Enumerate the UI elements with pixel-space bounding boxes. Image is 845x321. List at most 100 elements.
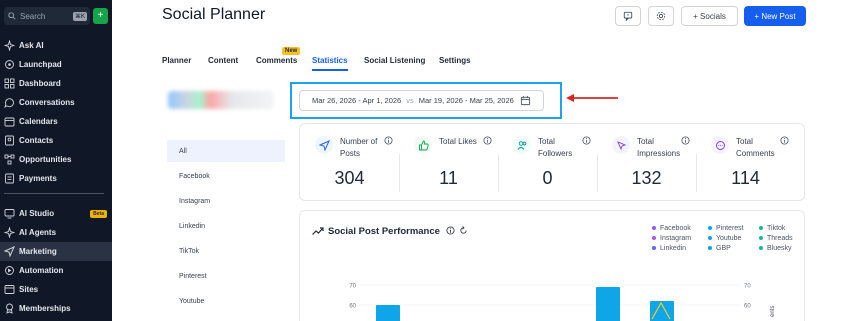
stat-separator [399, 154, 400, 192]
message-icon [623, 11, 633, 21]
search-icon [8, 11, 17, 21]
tab-planner[interactable]: Planner [162, 56, 191, 65]
y-tick-left: 70 [349, 284, 356, 290]
opportunities-icon [4, 154, 15, 165]
add-socials-button[interactable]: + Socials [681, 6, 738, 26]
platform-item-tiktok[interactable]: TikTok [167, 240, 285, 262]
sidebar-item-conversations[interactable]: Conversations [0, 93, 112, 112]
ai-agents-icon [4, 227, 15, 238]
stat-label: Total Impressions [637, 137, 681, 158]
performance-card: Social Post Performance Facebook Instagra… [299, 210, 805, 321]
sidebar-item-label: Contacts [19, 136, 54, 145]
stat-total-likes: Total Likes 11 [399, 124, 498, 202]
sidebar-item-opportunities[interactable]: Opportunities [0, 150, 112, 169]
stat-value: 114 [731, 168, 760, 188]
sidebar-item-launchpad[interactable]: Launchpad [0, 55, 112, 74]
stat-total-impressions: Total Impressions 132 [597, 124, 696, 202]
comment-icon [711, 136, 729, 154]
sidebar-item-label: Automation [19, 266, 64, 275]
performance-chart: 70 70 60 60 ents [349, 284, 776, 321]
sidebar-item-sites[interactable]: Sites [0, 280, 112, 299]
search-placeholder: Search [20, 11, 46, 21]
sidebar-item-label: Dashboard [19, 79, 61, 88]
sidebar-item-contacts[interactable]: Contacts [0, 131, 112, 150]
tab-social-listening[interactable]: Social Listening [364, 56, 425, 65]
new-badge: New [282, 47, 301, 55]
rocket-icon [4, 59, 15, 70]
stat-label: Total Likes [439, 137, 477, 146]
sidebar-item-label: Conversations [19, 98, 75, 107]
new-post-button[interactable]: + New Post [744, 6, 806, 26]
grid-icon [4, 78, 15, 89]
gear-icon [656, 11, 666, 21]
info-icon[interactable] [582, 136, 591, 145]
stat-value: 132 [631, 168, 662, 188]
chat-icon [4, 97, 15, 108]
sidebar-item-label: Marketing [19, 247, 57, 256]
info-icon[interactable] [780, 136, 789, 145]
info-icon[interactable] [384, 136, 393, 145]
sidebar-item-label: Opportunities [19, 155, 72, 164]
sidebar-item-automation[interactable]: Automation [0, 261, 112, 280]
stat-value: 0 [542, 168, 553, 188]
calendar-icon [520, 95, 531, 108]
stat-value: 11 [439, 168, 458, 188]
tab-settings[interactable]: Settings [439, 56, 471, 65]
stat-number-of-posts: Number of Posts 304 [300, 124, 399, 202]
stat-label: Total Followers [538, 137, 573, 158]
y-tick-right: 70 [744, 284, 751, 290]
quick-add-button[interactable]: + [93, 8, 108, 24]
sidebar-item-label: Ask AI [19, 41, 44, 50]
y-tick-left: 60 [349, 304, 356, 310]
app-root: Search ⌘K + Ask AI Launchpad Dashboard Conv… [0, 0, 845, 321]
vs-label: vs [406, 96, 414, 105]
tab-statistics[interactable]: Statistics [312, 56, 348, 65]
platform-item-all[interactable]: All [167, 140, 285, 162]
sidebar-item-label: AI Studio [19, 209, 55, 218]
sidebar-item-marketing[interactable]: Marketing [0, 242, 112, 261]
y-tick-right: 60 [744, 304, 751, 310]
account-selector[interactable] [168, 91, 274, 109]
sidebar-item-ai-agents[interactable]: AI Agents [0, 223, 112, 242]
stat-separator [696, 154, 697, 192]
info-icon[interactable] [483, 136, 492, 145]
send-icon [4, 246, 15, 257]
automation-icon [4, 265, 15, 276]
stat-value: 304 [334, 168, 365, 188]
sidebar-item-dashboard[interactable]: Dashboard [0, 74, 112, 93]
platform-item-facebook[interactable]: Facebook [167, 165, 285, 187]
sidebar-item-payments[interactable]: Payments [0, 169, 112, 188]
tab-comments[interactable]: Comments [256, 56, 297, 65]
search-shortcut: ⌘K [72, 11, 87, 21]
search-input[interactable]: Search ⌘K [4, 7, 90, 25]
sidebar-item-label: Payments [19, 174, 57, 183]
current-date-range: Mar 26, 2026 - Apr 1, 2026 [312, 96, 402, 105]
sidebar-item-label: Launchpad [19, 60, 62, 69]
stat-separator [498, 154, 499, 192]
sidebar-item-calendars[interactable]: Calendars [0, 112, 112, 131]
date-range-picker[interactable]: Mar 26, 2026 - Apr 1, 2026 vs Mar 19, 20… [299, 90, 544, 111]
beta-badge: Beta [90, 209, 107, 218]
payments-icon [4, 173, 15, 184]
sidebar-item-ai-studio[interactable]: AI Studio Beta [0, 204, 112, 223]
platform-item-linkedin[interactable]: Linkedin [167, 215, 285, 237]
chart-bar [376, 305, 400, 321]
info-icon[interactable] [681, 136, 690, 145]
platform-item-youtube[interactable]: Youtube [167, 290, 285, 312]
chart-bar [596, 287, 620, 321]
memberships-icon [4, 303, 15, 314]
platform-item-instagram[interactable]: Instagram [167, 190, 285, 212]
contacts-icon [4, 135, 15, 146]
followers-icon [513, 136, 531, 154]
feedback-button[interactable] [615, 6, 641, 26]
stat-total-followers: Total Followers 0 [498, 124, 597, 202]
red-arrow-icon [566, 94, 618, 102]
send-icon [315, 136, 333, 154]
tab-content[interactable]: Content [208, 56, 238, 65]
settings-button[interactable] [648, 6, 674, 26]
sites-icon [4, 284, 15, 295]
platform-item-pinterest[interactable]: Pinterest [167, 265, 285, 287]
sidebar-item-memberships[interactable]: Memberships [0, 299, 112, 318]
sidebar-item-ask-ai[interactable]: Ask AI [0, 36, 112, 55]
stats-card: Number of Posts 304 Total Likes 11 Total Fol… [299, 123, 805, 201]
